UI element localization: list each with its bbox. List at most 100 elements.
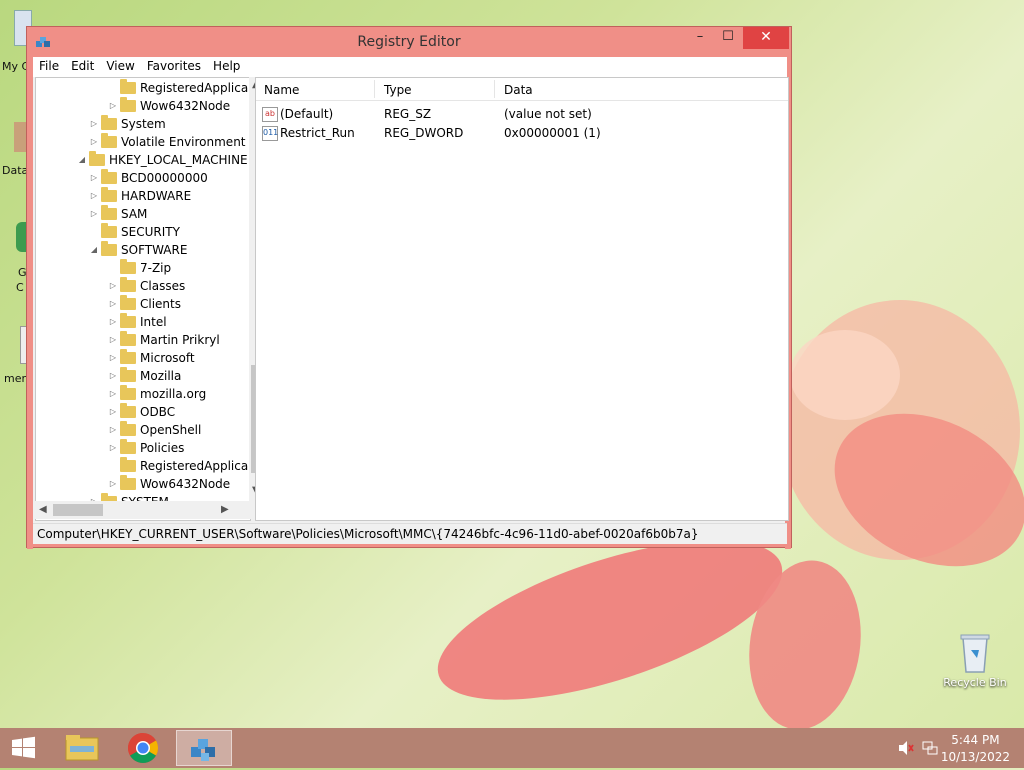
maximize-button[interactable]: ☐ bbox=[715, 27, 741, 49]
folder-icon bbox=[101, 133, 117, 148]
expand-icon[interactable]: ▷ bbox=[108, 331, 118, 349]
tree-node-label: SAM bbox=[121, 207, 148, 221]
column-type[interactable]: Type bbox=[384, 83, 412, 97]
tree-node-label: OpenShell bbox=[140, 423, 202, 437]
collapse-icon[interactable]: ◢ bbox=[77, 151, 87, 169]
current-key-path: Computer\HKEY_CURRENT_USER\Software\Poli… bbox=[37, 527, 699, 541]
folder-icon bbox=[120, 385, 136, 400]
value-data: 0x00000001 (1) bbox=[504, 126, 601, 140]
list-item[interactable]: ab (Default) REG_SZ (value not set) bbox=[256, 105, 788, 123]
expand-icon[interactable]: ▷ bbox=[89, 115, 99, 133]
tree-node-label: Martin Prikryl bbox=[140, 333, 220, 347]
folder-icon bbox=[101, 223, 117, 238]
expand-icon[interactable]: ▷ bbox=[89, 205, 99, 223]
expand-icon[interactable]: ▷ bbox=[108, 367, 118, 385]
close-button[interactable]: ✕ bbox=[743, 27, 789, 49]
expand-icon[interactable]: ▷ bbox=[108, 277, 118, 295]
registry-tree[interactable]: RegisteredApplica ▷ Wow6432Node ▷ System ▷ Vol… bbox=[35, 77, 251, 521]
expand-icon[interactable]: ▷ bbox=[108, 97, 118, 115]
folder-icon bbox=[120, 439, 136, 454]
tree-node-label: Classes bbox=[140, 279, 186, 293]
tree-node-label: RegisteredApplica bbox=[140, 459, 249, 473]
expand-icon[interactable]: ▷ bbox=[108, 313, 118, 331]
tree-node-label: Wow6432Node bbox=[140, 477, 231, 491]
menu-view[interactable]: View bbox=[100, 57, 140, 77]
column-data[interactable]: Data bbox=[504, 83, 533, 97]
tree-horizontal-scrollbar[interactable]: ◀ ▶ bbox=[35, 501, 265, 519]
folder-icon bbox=[120, 79, 136, 94]
value-name: (Default) bbox=[280, 107, 334, 121]
expand-icon[interactable]: ▷ bbox=[108, 475, 118, 493]
tree-node-label: SECURITY bbox=[121, 225, 180, 239]
tree-node-label: Policies bbox=[140, 441, 185, 455]
tree-node-label: Microsoft bbox=[140, 351, 195, 365]
column-name[interactable]: Name bbox=[264, 83, 299, 97]
expand-icon[interactable]: ▷ bbox=[108, 295, 118, 313]
menu-help[interactable]: Help bbox=[207, 57, 246, 77]
tree-node-label: 7-Zip bbox=[140, 261, 172, 275]
title-bar[interactable]: Registry Editor – ☐ ✕ bbox=[27, 27, 791, 57]
registry-editor-taskbar-button[interactable] bbox=[176, 730, 232, 766]
folder-icon bbox=[89, 151, 105, 166]
clock-time: 5:44 PM bbox=[951, 733, 1000, 747]
menu-edit[interactable]: Edit bbox=[65, 57, 100, 77]
expand-icon[interactable]: ▷ bbox=[89, 187, 99, 205]
folder-icon bbox=[120, 349, 136, 364]
start-icon bbox=[12, 736, 35, 759]
folder-icon bbox=[120, 331, 136, 346]
folder-icon bbox=[120, 457, 136, 472]
tree-node-label: System bbox=[121, 117, 166, 131]
list-item[interactable]: 011 Restrict_Run REG_DWORD 0x00000001 (1… bbox=[256, 124, 788, 142]
chrome-taskbar-button[interactable] bbox=[115, 730, 171, 766]
folder-icon bbox=[120, 295, 136, 310]
network-icon[interactable] bbox=[922, 740, 938, 756]
file-explorer-taskbar-button[interactable] bbox=[54, 730, 110, 766]
tree-node-label: RegisteredApplica bbox=[140, 81, 249, 95]
expand-icon[interactable]: ▷ bbox=[108, 421, 118, 439]
menu-bar: File Edit View Favorites Help bbox=[33, 57, 787, 77]
scroll-thumb[interactable] bbox=[53, 504, 103, 516]
values-list: Name Type Data ab (Default) REG_SZ (valu… bbox=[255, 77, 789, 521]
folder-icon bbox=[120, 313, 136, 328]
tree-node-label: Mozilla bbox=[140, 369, 182, 383]
tree-node-label: Intel bbox=[140, 315, 167, 329]
clock[interactable]: 5:44 PM 10/13/2022 bbox=[941, 733, 1010, 764]
scroll-left-icon[interactable]: ◀ bbox=[39, 504, 47, 515]
volume-muted-icon[interactable] bbox=[898, 740, 914, 756]
expand-icon[interactable]: ▷ bbox=[89, 169, 99, 187]
minimize-button[interactable]: – bbox=[687, 27, 713, 49]
expand-icon[interactable]: ▷ bbox=[108, 349, 118, 367]
chrome-icon bbox=[127, 733, 159, 764]
collapse-icon[interactable]: ◢ bbox=[89, 241, 99, 259]
string-value-icon: ab bbox=[262, 107, 278, 122]
scroll-right-icon[interactable]: ▶ bbox=[221, 504, 229, 515]
recycle-bin-icon bbox=[957, 630, 993, 673]
expand-icon[interactable]: ▷ bbox=[89, 133, 99, 151]
window-title: Registry Editor bbox=[357, 34, 461, 50]
expand-icon[interactable]: ▷ bbox=[108, 385, 118, 403]
value-type: REG_SZ bbox=[384, 107, 432, 121]
file-explorer-icon bbox=[65, 735, 99, 761]
value-name: Restrict_Run bbox=[280, 126, 355, 140]
tree-node-label: Volatile Environment bbox=[121, 135, 246, 149]
folder-icon bbox=[120, 97, 136, 112]
value-data: (value not set) bbox=[504, 107, 592, 121]
folder-icon bbox=[120, 403, 136, 418]
clock-date: 10/13/2022 bbox=[940, 750, 1010, 764]
desktop-icon-label[interactable]: Data bbox=[2, 164, 28, 177]
menu-favorites[interactable]: Favorites bbox=[141, 57, 207, 77]
status-bar: Computer\HKEY_CURRENT_USER\Software\Poli… bbox=[33, 523, 787, 544]
folder-icon bbox=[101, 169, 117, 184]
expand-icon[interactable]: ▷ bbox=[108, 403, 118, 421]
desktop-icon-label[interactable]: mer bbox=[4, 372, 26, 385]
tree-node-label: SOFTWARE bbox=[121, 243, 188, 257]
desktop-icon-label[interactable]: C bbox=[16, 281, 24, 294]
tree-node-label: HARDWARE bbox=[121, 189, 192, 203]
folder-icon bbox=[120, 475, 136, 490]
expand-icon[interactable]: ▷ bbox=[108, 439, 118, 457]
start-button[interactable] bbox=[6, 734, 42, 762]
folder-icon bbox=[120, 421, 136, 436]
folder-icon bbox=[101, 115, 117, 130]
recycle-bin[interactable]: Recycle Bin bbox=[940, 630, 1010, 689]
menu-file[interactable]: File bbox=[33, 57, 65, 77]
